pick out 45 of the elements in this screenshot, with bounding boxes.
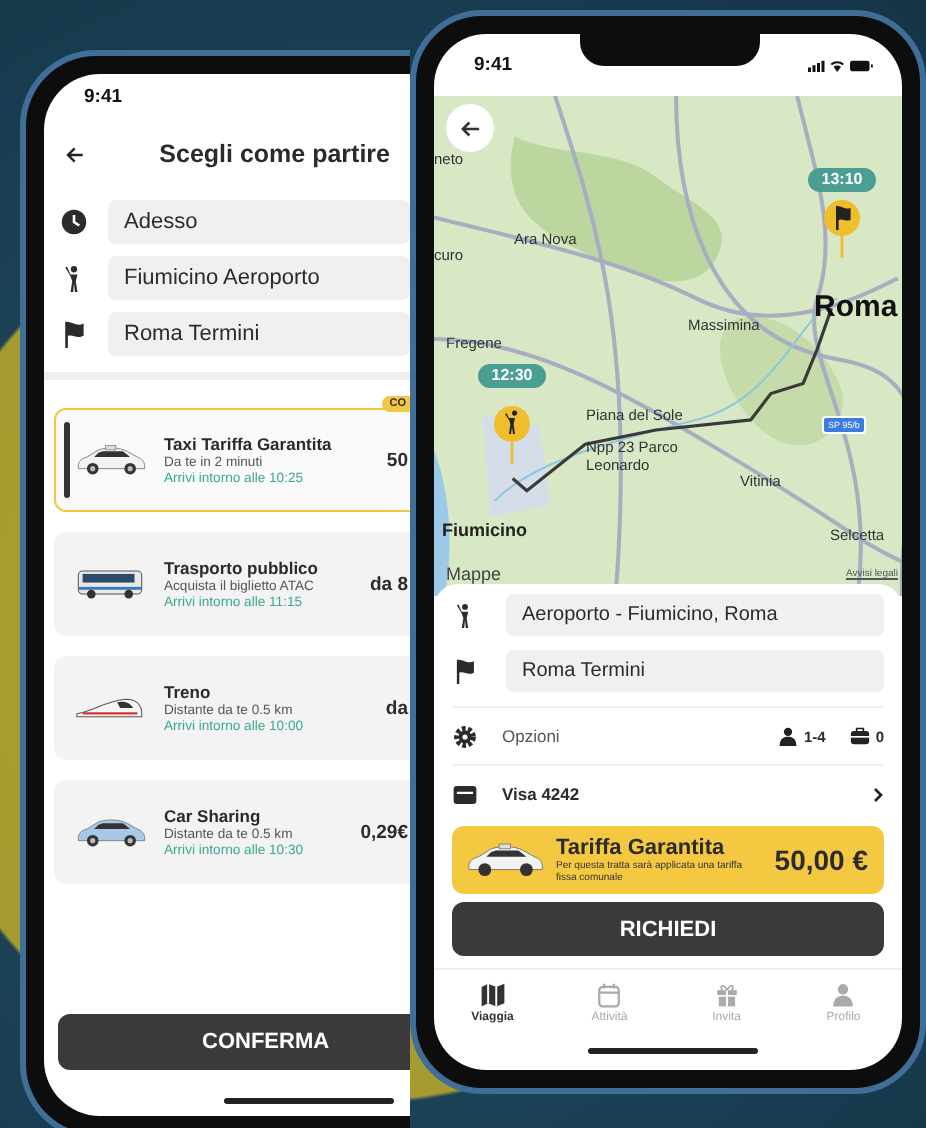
- option-name: Trasporto pubblico: [164, 558, 320, 578]
- flag-icon: [452, 658, 478, 684]
- gift-icon: [713, 982, 740, 1008]
- fare-price: 50,00 €: [774, 844, 868, 876]
- time-badge: 13:10: [808, 168, 876, 192]
- status-time: 9:41: [474, 54, 513, 76]
- status-time: 9:41: [84, 85, 123, 107]
- flag-pin-icon[interactable]: [822, 198, 862, 258]
- time-badge: 12:30: [478, 364, 546, 388]
- option-name: Taxi Tariffa Garantita: [164, 434, 334, 454]
- option-price: 50: [386, 449, 408, 471]
- option-price: da 8: [369, 573, 408, 595]
- option-name: Treno: [164, 682, 213, 702]
- input-field[interactable]: Roma Termini: [108, 312, 410, 356]
- wallet-icon: [452, 781, 478, 807]
- option-price: da: [385, 697, 408, 719]
- person-icon: [777, 726, 798, 746]
- flag-icon: [60, 320, 88, 348]
- pickup-pin-icon[interactable]: [492, 404, 532, 464]
- map-attribution: Mappe: [446, 564, 502, 584]
- options-label[interactable]: Opzioni: [502, 726, 560, 746]
- fare-title: Tariffa Garantita: [556, 836, 727, 860]
- person-icon: [830, 982, 857, 1008]
- map-label: Fiumicino: [442, 520, 527, 540]
- input-field[interactable]: Adesso: [108, 200, 410, 244]
- calendar-icon: [596, 982, 623, 1008]
- clock-icon: [60, 208, 88, 236]
- chevron-right-icon[interactable]: [872, 785, 884, 803]
- status-icons: [808, 57, 874, 73]
- request-button[interactable]: RICHIEDI: [452, 902, 884, 956]
- settings-icon[interactable]: [452, 723, 478, 749]
- map-label: Roma: [814, 290, 898, 324]
- luggage-icon: [849, 726, 870, 746]
- bus-drawing: [74, 564, 146, 604]
- input-field[interactable]: Aeroporto - Fiumicino, Roma: [506, 594, 884, 636]
- option-price: 0,29€: [360, 821, 408, 843]
- screen-title: Scegli come partire: [159, 140, 390, 168]
- map-icon: [479, 982, 506, 1008]
- option-name: Car Sharing: [164, 806, 263, 826]
- input-field[interactable]: Fiumicino Aeroporto: [108, 256, 410, 300]
- payment-method[interactable]: Visa 4242: [502, 784, 580, 804]
- taxi-drawing: [464, 840, 544, 880]
- taxi-drawing: [74, 440, 146, 480]
- confirm-button[interactable]: CONFERMA: [58, 1014, 410, 1070]
- input-field[interactable]: Roma Termini: [506, 650, 884, 692]
